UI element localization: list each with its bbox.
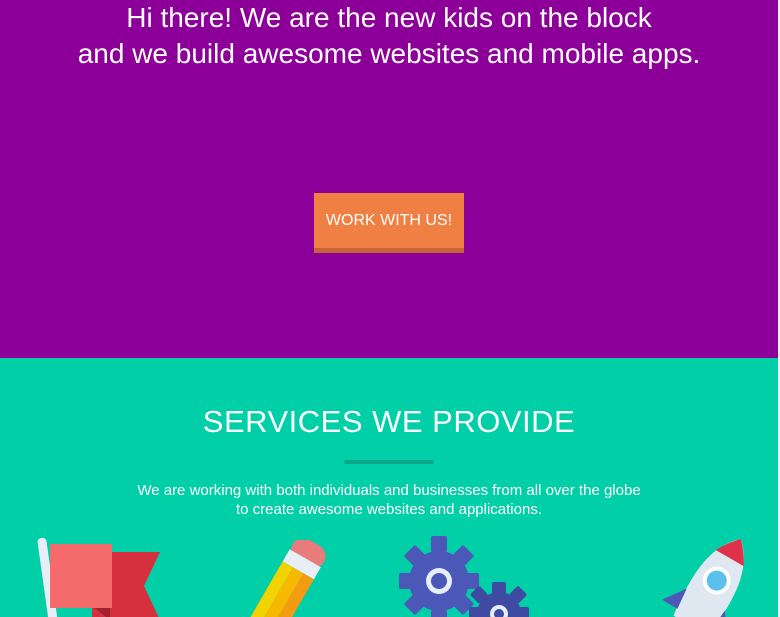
- services-section: SERVICES WE PROVIDE We are working with …: [0, 358, 778, 617]
- pencil-icon: [247, 540, 326, 617]
- hero-headline-line2: and we build awesome websites and mobile…: [77, 38, 701, 69]
- title-divider: [344, 460, 434, 464]
- hero-section: Hi there! We are the new kids on the blo…: [0, 0, 778, 358]
- services-title: SERVICES WE PROVIDE: [202, 404, 576, 439]
- gears-icon: [399, 536, 529, 617]
- hero-headline: Hi there! We are the new kids on the blo…: [0, 0, 778, 72]
- services-description-line1: We are working with both individuals and…: [137, 482, 641, 499]
- work-with-us-button[interactable]: WORK WITH US!: [314, 193, 464, 253]
- rocket-icon: [661, 539, 744, 617]
- flag-icon: [37, 537, 160, 617]
- services-description-line2: to create awesome websites and applicati…: [235, 501, 542, 518]
- services-description: We are working with both individuals and…: [0, 481, 778, 519]
- hero-headline-line1: Hi there! We are the new kids on the blo…: [126, 2, 652, 33]
